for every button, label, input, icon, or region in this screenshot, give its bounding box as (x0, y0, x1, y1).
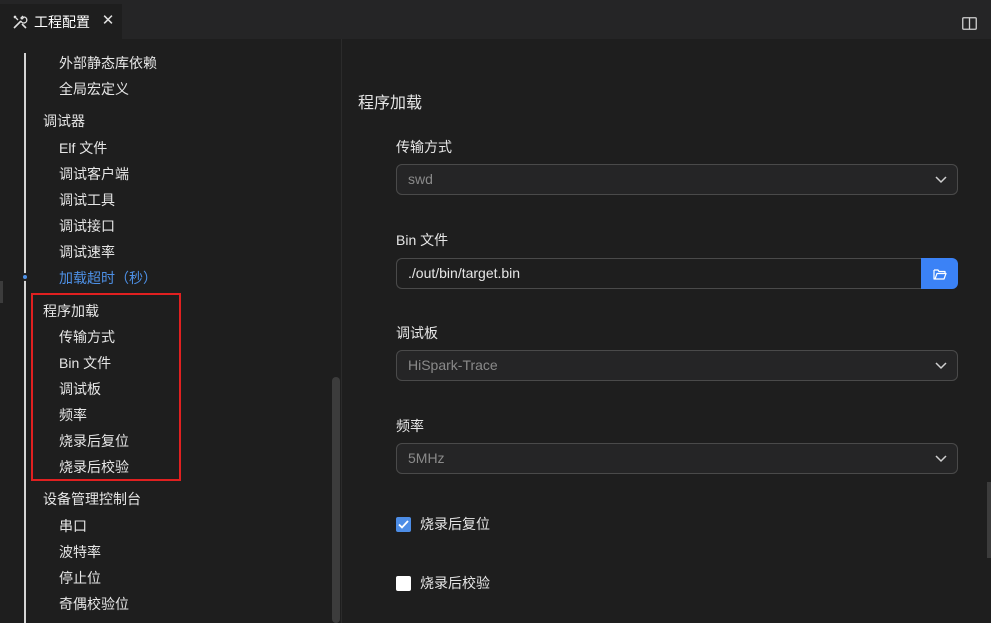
nav-item-serial-port[interactable]: 串口 (59, 517, 87, 535)
tree-guide-line (24, 53, 26, 623)
tab-bar: 工程配置 ✕ (0, 4, 991, 39)
tab-project-config[interactable]: 工程配置 ✕ (0, 4, 122, 39)
sidebar-edge-marker (0, 281, 3, 303)
browse-file-button[interactable] (921, 258, 958, 289)
transfer-mode-label: 传输方式 (396, 139, 452, 155)
debug-board-label: 调试板 (396, 325, 438, 341)
transfer-mode-select[interactable]: swd (396, 164, 958, 195)
nav-item-load-timeout[interactable]: 加载超时（秒） (59, 269, 157, 287)
checkmark-icon (398, 519, 409, 529)
frequency-value: 5MHz (408, 450, 445, 466)
verify-after-burn-checkbox[interactable] (396, 575, 411, 591)
nav-group-debugger[interactable]: 调试器 (43, 112, 85, 130)
settings-nav-sidebar: 外部静态库依赖 全局宏定义 调试器 Elf 文件 调试客户端 调试工具 调试接口… (0, 39, 342, 623)
nav-item-elf-file[interactable]: Elf 文件 (59, 139, 107, 157)
chevron-down-icon (935, 455, 947, 463)
transfer-mode-value: swd (408, 171, 433, 187)
reset-after-burn-checkbox[interactable] (396, 516, 411, 532)
content-scrollbar[interactable] (987, 482, 991, 558)
bin-file-label: Bin 文件 (396, 232, 449, 248)
section-title: 程序加载 (358, 95, 423, 112)
tools-icon (13, 15, 28, 29)
nav-group-device-console[interactable]: 设备管理控制台 (43, 490, 141, 508)
frequency-select[interactable]: 5MHz (396, 443, 958, 474)
nav-item-baud-rate[interactable]: 波特率 (59, 543, 101, 561)
nav-item-debug-tool[interactable]: 调试工具 (59, 191, 115, 209)
close-icon[interactable]: ✕ (100, 12, 116, 30)
verify-after-burn-row[interactable]: 烧录后校验 (396, 573, 490, 593)
reset-after-burn-row[interactable]: 烧录后复位 (396, 514, 490, 534)
debug-board-select[interactable]: HiSpark-Trace (396, 350, 958, 381)
debug-board-value: HiSpark-Trace (408, 357, 498, 373)
highlight-annotation-box (31, 293, 181, 481)
folder-open-icon (932, 268, 947, 280)
bin-file-field: ./out/bin/target.bin (396, 258, 958, 289)
sidebar-scrollbar[interactable] (332, 377, 340, 623)
chevron-down-icon (935, 362, 947, 370)
nav-item-debug-speed[interactable]: 调试速率 (59, 243, 115, 261)
tab-title: 工程配置 (34, 13, 90, 30)
nav-item-parity[interactable]: 奇偶校验位 (59, 595, 129, 613)
frequency-label: 频率 (396, 418, 424, 434)
nav-item-global-macros[interactable]: 全局宏定义 (59, 80, 129, 98)
nav-item-debug-interface[interactable]: 调试接口 (59, 217, 115, 235)
verify-after-burn-label: 烧录后校验 (420, 575, 490, 591)
nav-item-debug-client[interactable]: 调试客户端 (59, 165, 129, 183)
nav-item-stop-bits[interactable]: 停止位 (59, 569, 101, 587)
reset-after-burn-label: 烧录后复位 (420, 516, 490, 532)
current-position-dot (21, 273, 29, 281)
chevron-down-icon (935, 176, 947, 184)
bin-file-input[interactable]: ./out/bin/target.bin (396, 258, 922, 289)
nav-item-external-static-libs[interactable]: 外部静态库依赖 (59, 54, 157, 72)
settings-content-panel: 程序加载 传输方式 swd Bin 文件 ./out/bin/target.bi… (343, 39, 991, 623)
split-editor-icon[interactable] (962, 17, 977, 30)
